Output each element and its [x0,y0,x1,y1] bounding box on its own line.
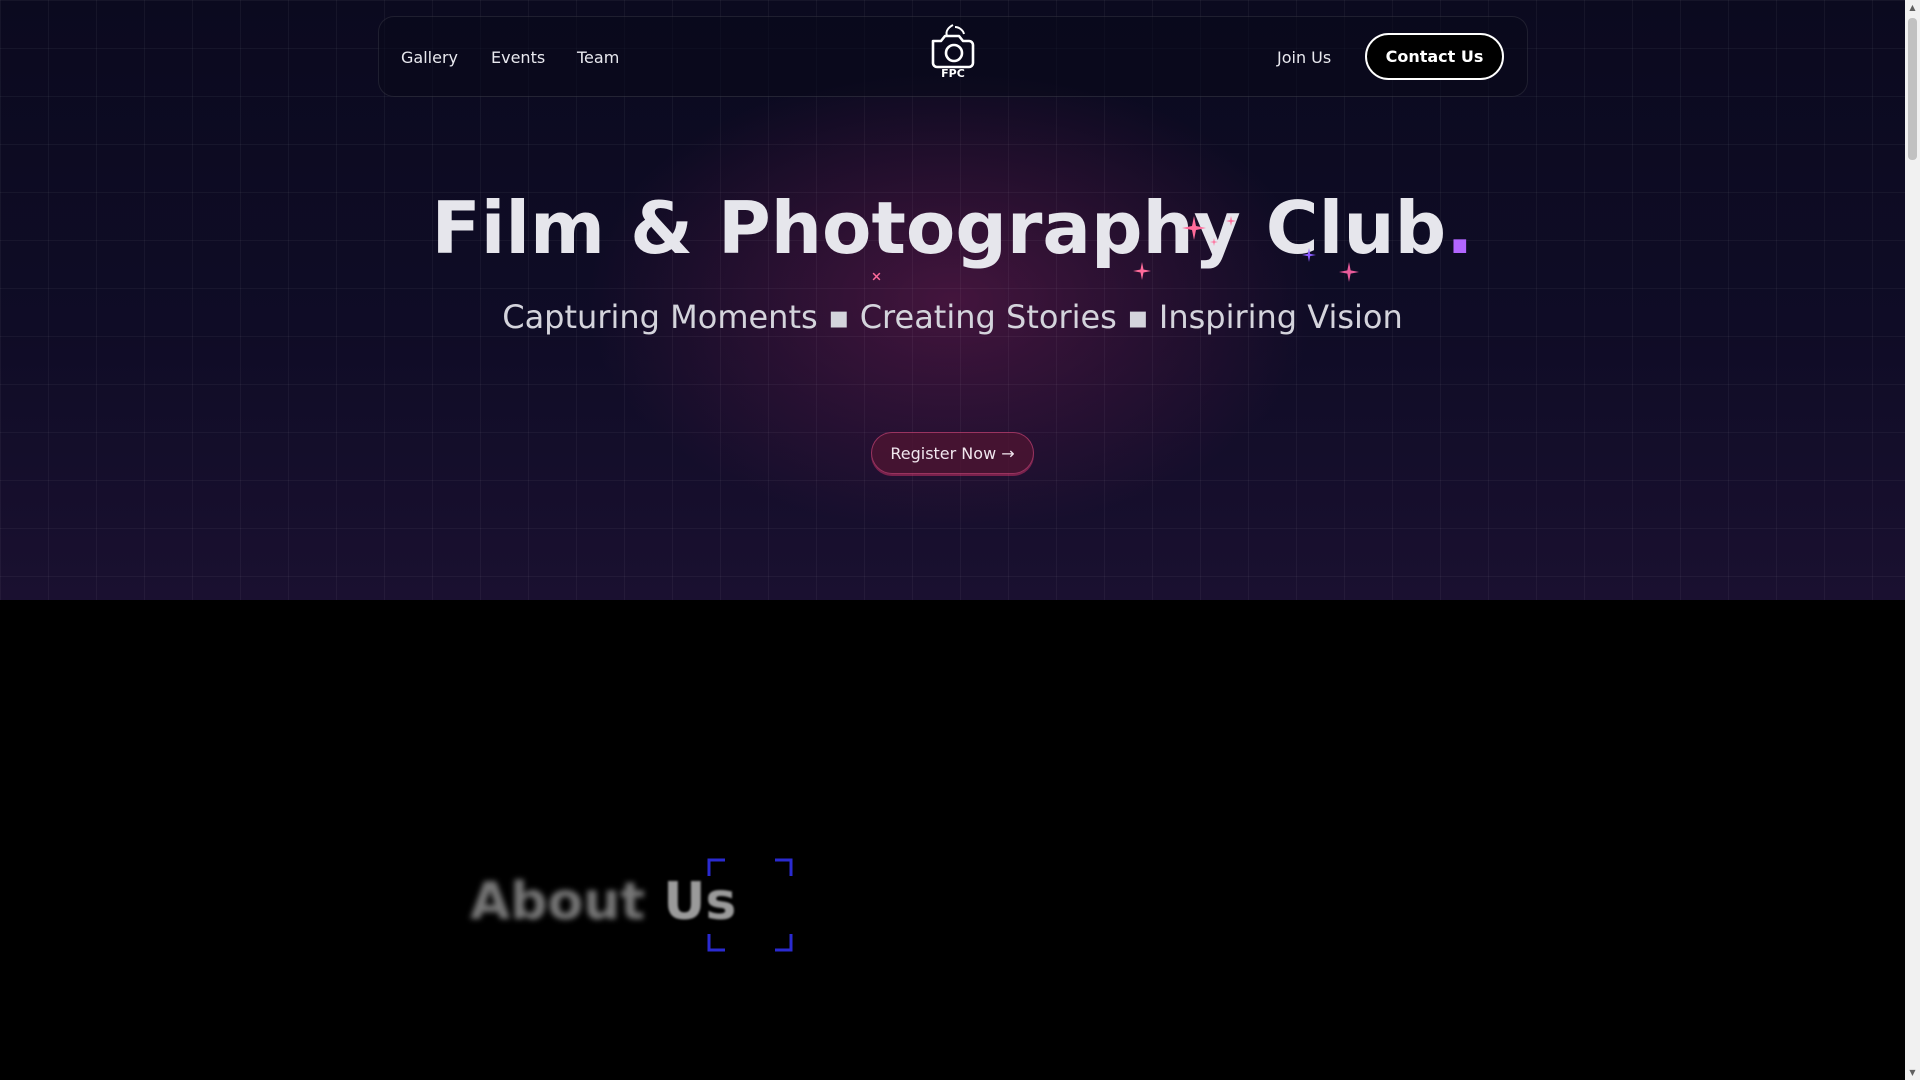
hero-subtitle: Capturing Moments ▪ Creating Stories ▪ I… [502,298,1403,336]
navbar: Gallery Events Team FPC Join Us Contact … [378,16,1528,97]
sparkle-icon [1182,216,1206,240]
nav-link-gallery[interactable]: Gallery [401,17,458,98]
sparkle-icon [1302,248,1316,262]
page-scrollbar[interactable]: ▲ ▼ [1905,0,1920,1080]
about-heading: About Us [470,872,736,932]
sparkle-icon [1339,262,1359,282]
register-button[interactable]: Register Now → [871,432,1034,474]
focus-bracket-icon [707,858,793,952]
scroll-up-icon[interactable]: ▲ [1905,0,1920,15]
scroll-thumb[interactable] [1908,18,1917,160]
sparkle-icon [1210,238,1218,246]
nav-link-team[interactable]: Team [577,17,619,98]
about-section: About Us [0,600,1905,1080]
sparkle-icon [872,272,881,281]
hero-title-dot: . [1446,186,1474,270]
hero-title: Film & Photography Club. [380,186,1525,270]
contact-button[interactable]: Contact Us [1365,33,1504,80]
nav-link-events[interactable]: Events [491,17,545,98]
scroll-down-icon[interactable]: ▼ [1905,1065,1920,1080]
hero-section: Gallery Events Team FPC Join Us Contact … [0,0,1905,600]
sparkle-icon [1133,262,1151,280]
nav-link-join[interactable]: Join Us [1277,17,1331,98]
sparkle-icon [1226,216,1236,226]
about-heading-word-about: About [470,872,646,932]
hero-title-text: Film & Photography Club [431,186,1447,270]
logo-text: FPC [941,67,965,80]
logo[interactable]: FPC [923,17,983,98]
